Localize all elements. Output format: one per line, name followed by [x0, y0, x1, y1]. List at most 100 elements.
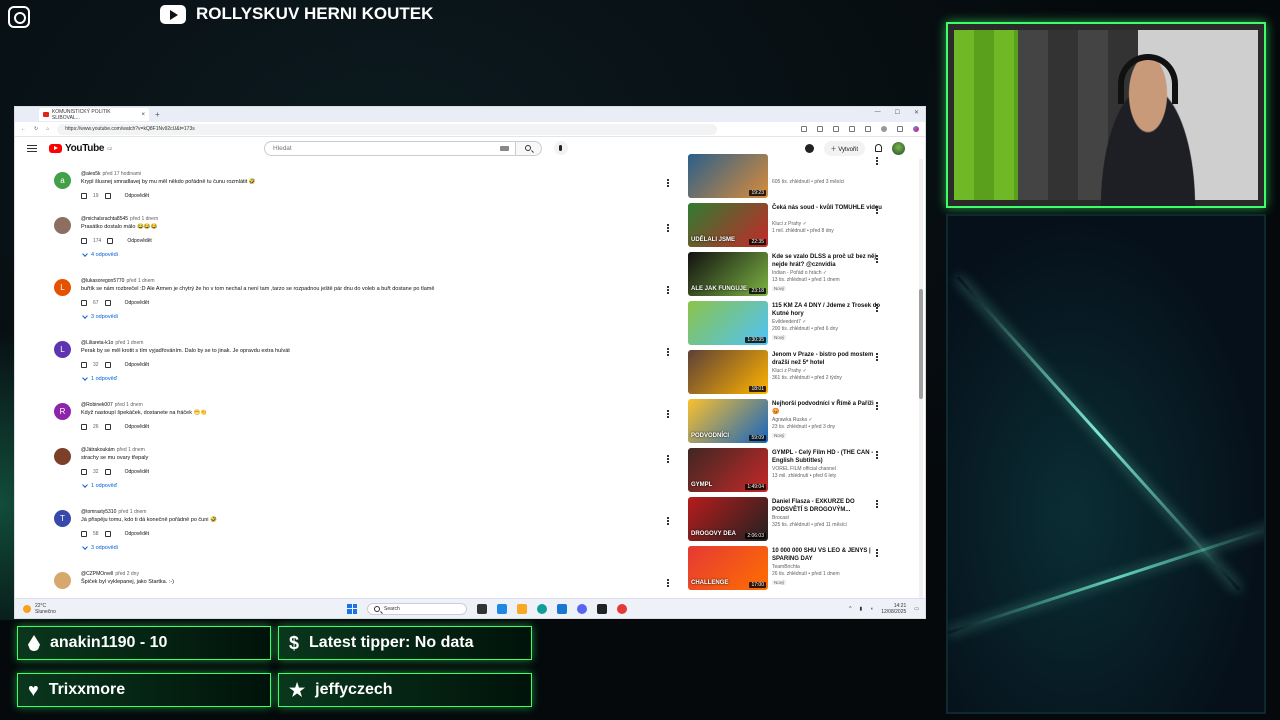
view-replies-button[interactable]: 3 odpovědi: [82, 313, 118, 320]
search-button[interactable]: [515, 140, 542, 156]
video-menu-icon[interactable]: [876, 304, 878, 312]
comment-menu-icon[interactable]: [667, 579, 669, 587]
notification-center-icon[interactable]: ▭: [914, 606, 919, 612]
reply-button[interactable]: Odpovědět: [127, 238, 151, 244]
reply-button[interactable]: Odpovědět: [125, 193, 149, 199]
dislike-icon[interactable]: [104, 362, 111, 368]
comment-time[interactable]: před 1 dnem: [126, 278, 154, 284]
comment-avatar[interactable]: [54, 217, 71, 234]
favorites-icon[interactable]: [817, 126, 823, 132]
video-title[interactable]: Jenom v Praze - bistro pod mostem dražší…: [772, 351, 882, 367]
discord-icon[interactable]: [577, 603, 587, 614]
video-thumbnail[interactable]: CHALLENGE 17:00: [688, 546, 768, 590]
video-title[interactable]: Kde se vzalo DLSS a proč už bez něj nejd…: [772, 253, 882, 269]
dislike-icon[interactable]: [104, 300, 111, 306]
reply-button[interactable]: Odpovědět: [125, 531, 149, 537]
comment-avatar[interactable]: [54, 448, 71, 465]
search-input[interactable]: Hledat: [263, 140, 516, 156]
video-menu-icon[interactable]: [876, 402, 878, 410]
start-icon[interactable]: [347, 603, 357, 614]
browser-essentials-icon[interactable]: [865, 126, 871, 132]
like-icon[interactable]: [81, 469, 87, 475]
url-field[interactable]: https://www.youtube.com/watch?v=kQ8F1Nv9…: [57, 123, 718, 135]
video-menu-icon[interactable]: [876, 500, 878, 508]
video-thumbnail[interactable]: 19:23: [688, 154, 768, 198]
keyboard-icon[interactable]: [499, 145, 509, 151]
dislike-icon[interactable]: [104, 424, 111, 430]
more-icon[interactable]: [897, 126, 903, 132]
comment-menu-icon[interactable]: [667, 179, 669, 187]
related-video[interactable]: GYMPL 1:49:04 GYMPL - Celý Film HD - (TH…: [688, 445, 903, 494]
network-icon[interactable]: ▮: [859, 606, 862, 612]
voice-search-icon[interactable]: [553, 141, 568, 155]
video-channel[interactable]: Brocast: [772, 515, 789, 521]
edge-icon[interactable]: [537, 603, 547, 614]
comment-avatar[interactable]: T: [54, 510, 71, 527]
related-video[interactable]: 18:01 Jenom v Praze - bistro pod mostem …: [688, 347, 903, 396]
reply-button[interactable]: Odpovědět: [125, 362, 149, 368]
profile-icon[interactable]: [881, 126, 887, 132]
video-thumbnail[interactable]: UDĚLALI JSME 22:35: [688, 203, 768, 247]
dislike-icon[interactable]: [104, 193, 111, 199]
video-menu-icon[interactable]: [876, 353, 878, 361]
comment-avatar[interactable]: a: [54, 172, 71, 189]
comment-author[interactable]: @Robinek007: [81, 402, 113, 408]
comment-menu-icon[interactable]: [667, 224, 669, 232]
comment-avatar[interactable]: R: [54, 403, 71, 420]
like-icon[interactable]: [81, 424, 87, 430]
video-channel[interactable]: Agrawka Ruska ✓: [772, 417, 813, 423]
obs-icon[interactable]: [597, 603, 607, 614]
like-icon[interactable]: [81, 531, 87, 537]
comment-time[interactable]: před 17 hodinami: [103, 171, 142, 177]
comment-time[interactable]: před 1 dnem: [115, 402, 143, 408]
comment-author[interactable]: @lukasoregon5770: [81, 278, 124, 284]
video-channel[interactable]: Kluci z Prahy ✓: [772, 221, 807, 227]
comment-time[interactable]: před 1 dnem: [130, 216, 158, 222]
like-icon[interactable]: [81, 362, 87, 368]
video-menu-icon[interactable]: [876, 255, 878, 263]
scrollbar[interactable]: [919, 159, 923, 600]
comment-avatar[interactable]: [54, 572, 71, 589]
dislike-icon[interactable]: [104, 531, 111, 537]
video-thumbnail[interactable]: ALE JAK FUNGUJE 23:18: [688, 252, 768, 296]
window-close-icon[interactable]: ✕: [914, 109, 919, 116]
comment-avatar[interactable]: L: [54, 279, 71, 296]
youtube-logo[interactable]: YouTube CZ: [49, 143, 112, 154]
split-screen-icon[interactable]: [849, 126, 855, 132]
video-thumbnail[interactable]: 18:01: [688, 350, 768, 394]
home-icon[interactable]: ⌂: [46, 126, 49, 132]
collections-icon[interactable]: [833, 126, 839, 132]
comment-time[interactable]: před 1 dnem: [117, 447, 145, 453]
new-tab-icon[interactable]: +: [155, 110, 160, 119]
copilot-icon[interactable]: [913, 126, 919, 132]
widgets-icon[interactable]: [497, 603, 507, 614]
video-thumbnail[interactable]: 1:30:35: [688, 301, 768, 345]
video-menu-icon[interactable]: [876, 549, 878, 557]
video-menu-icon[interactable]: [876, 157, 878, 165]
like-icon[interactable]: [81, 193, 87, 199]
reply-button[interactable]: Odpovědět: [125, 300, 149, 306]
related-video[interactable]: 19:23 605 tis. zhlédnutí • před 3 měsíci: [688, 151, 903, 200]
like-icon[interactable]: [81, 300, 87, 306]
related-video[interactable]: ALE JAK FUNGUJE 23:18 Kde se vzalo DLSS …: [688, 249, 903, 298]
related-video[interactable]: 1:30:35 115 KM ZA 4 DNY / Jdeme z Trosek…: [688, 298, 903, 347]
dislike-icon[interactable]: [107, 238, 114, 244]
related-video[interactable]: PODVODNÍCI 59:09 Nejhorší podvodníci v Ř…: [688, 396, 903, 445]
scrollbar-thumb[interactable]: [919, 289, 923, 399]
video-title[interactable]: 115 KM ZA 4 DNY / Jdeme z Trosek do Kutn…: [772, 302, 882, 318]
video-menu-icon[interactable]: [876, 451, 878, 459]
comment-menu-icon[interactable]: [667, 410, 669, 418]
comment-author[interactable]: @CZPMOrvell: [81, 571, 113, 577]
video-channel[interactable]: TeamBrichta: [772, 564, 800, 570]
comment-author[interactable]: @Játrakoukám: [81, 447, 115, 453]
related-video[interactable]: CHALLENGE 17:00 10 000 000 SHU VS LEO & …: [688, 543, 903, 592]
video-menu-icon[interactable]: [876, 206, 878, 214]
video-title[interactable]: Čeká nás soud - kvůli TOMUHLE videu: [772, 204, 882, 212]
comment-author[interactable]: @ales5k: [81, 171, 101, 177]
chrome-icon[interactable]: [617, 603, 627, 614]
dislike-icon[interactable]: [104, 469, 111, 475]
tray-chevron-icon[interactable]: ^: [849, 606, 851, 612]
task-view-icon[interactable]: [477, 603, 487, 614]
comment-menu-icon[interactable]: [667, 517, 669, 525]
video-title[interactable]: Daniel Flasza - EXKURZE DO PODSVĚTÍ S DR…: [772, 498, 882, 514]
